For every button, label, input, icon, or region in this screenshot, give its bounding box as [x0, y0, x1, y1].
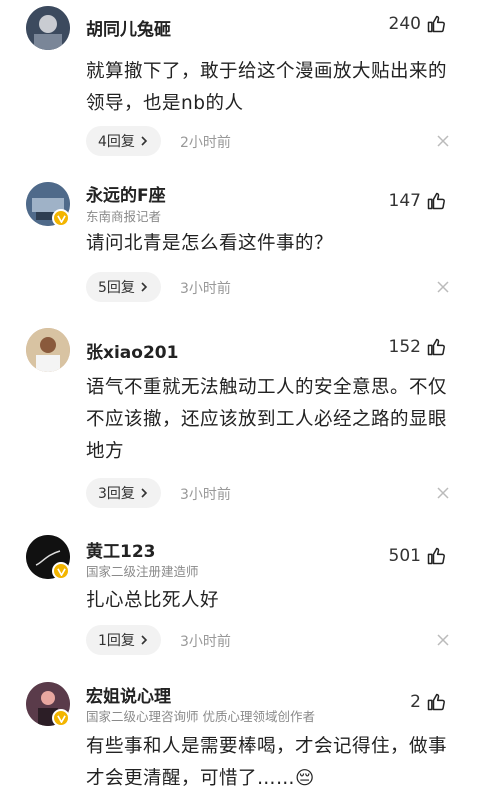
reply-count-button[interactable]: 4回复	[86, 126, 161, 156]
timestamp: 3小时前	[180, 487, 231, 503]
reply-count: 5回复	[98, 280, 135, 296]
username[interactable]: 张xiao201	[86, 338, 178, 363]
like-button[interactable]: 240	[389, 14, 446, 34]
timestamp: 3小时前	[180, 634, 231, 650]
close-icon[interactable]	[436, 633, 450, 647]
close-icon[interactable]	[436, 134, 450, 148]
user-title: 国家二级注册建造师	[86, 564, 199, 579]
comment-item: 胡同儿兔砸 240 就算撤下了，敢于给这个漫画放大贴出来的领导，也是nb的人 4…	[0, 0, 478, 165]
comment-text: 就算撤下了，敢于给这个漫画放大贴出来的领导，也是nb的人	[86, 61, 448, 114]
comment-text: 语气不重就无法触动工人的安全意思。不仅不应该撤，还应该放到工人必经之路的显眼地方	[86, 377, 448, 462]
username[interactable]: 胡同儿兔砸	[86, 15, 171, 40]
timestamp: 2小时前	[180, 135, 231, 151]
thumbs-up-icon	[427, 547, 445, 565]
comment-item: 宏姐说心理 国家二级心理咨询师 优质心理领域创作者 2 有些事和人是需要棒喝，才…	[0, 665, 478, 800]
comment-item: 张xiao201 152 语气不重就无法触动工人的安全意思。不仅不应该撤，还应该…	[0, 315, 478, 525]
chevron-right-icon	[141, 488, 148, 498]
chevron-right-icon	[141, 136, 148, 146]
thumbs-up-icon	[427, 192, 445, 210]
thumbs-up-icon	[427, 15, 445, 33]
username[interactable]: 永远的F座	[86, 181, 166, 206]
verified-badge-icon	[52, 709, 70, 727]
comment-item: 黄工123 国家二级注册建造师 501 扎心总比死人好 1回复 3小时前	[0, 525, 478, 665]
comment-text: 有些事和人是需要棒喝，才会记得住，做事才会更清醒，可惜了……😔	[86, 736, 448, 789]
like-button[interactable]: 147	[389, 191, 446, 211]
user-title: 国家二级心理咨询师 优质心理领域创作者	[86, 709, 315, 724]
username[interactable]: 黄工123	[86, 537, 156, 562]
comment-text: 请问北青是怎么看这件事的？	[86, 233, 334, 254]
like-button[interactable]: 501	[389, 546, 446, 566]
user-title: 东南商报记者	[86, 209, 162, 224]
like-button[interactable]: 2	[410, 692, 446, 712]
thumbs-up-icon	[427, 338, 445, 356]
chevron-right-icon	[141, 635, 148, 645]
reply-count-button[interactable]: 5回复	[86, 272, 161, 302]
comment-text: 扎心总比死人好	[86, 590, 220, 611]
like-button[interactable]: 152	[389, 337, 446, 357]
avatar[interactable]	[26, 328, 70, 372]
reply-count: 1回复	[98, 633, 135, 649]
comment-item: 永远的F座 东南商报记者 147 请问北青是怎么看这件事的？ 5回复 3小时前	[0, 165, 478, 315]
close-icon[interactable]	[436, 280, 450, 294]
thumbs-up-icon	[427, 693, 445, 711]
reply-count: 3回复	[98, 486, 135, 502]
verified-badge-icon	[52, 562, 70, 580]
avatar[interactable]	[26, 6, 70, 50]
verified-badge-icon	[52, 209, 70, 227]
close-icon[interactable]	[436, 486, 450, 500]
like-count: 152	[388, 337, 421, 357]
like-count: 147	[388, 191, 421, 211]
reply-count-button[interactable]: 1回复	[86, 625, 161, 655]
timestamp: 3小时前	[180, 281, 231, 297]
chevron-right-icon	[141, 282, 148, 292]
like-count: 2	[410, 692, 421, 712]
like-count: 501	[388, 546, 421, 566]
reply-count: 4回复	[98, 134, 135, 150]
like-count: 240	[388, 14, 421, 34]
reply-count-button[interactable]: 3回复	[86, 478, 161, 508]
username[interactable]: 宏姐说心理	[86, 682, 171, 707]
